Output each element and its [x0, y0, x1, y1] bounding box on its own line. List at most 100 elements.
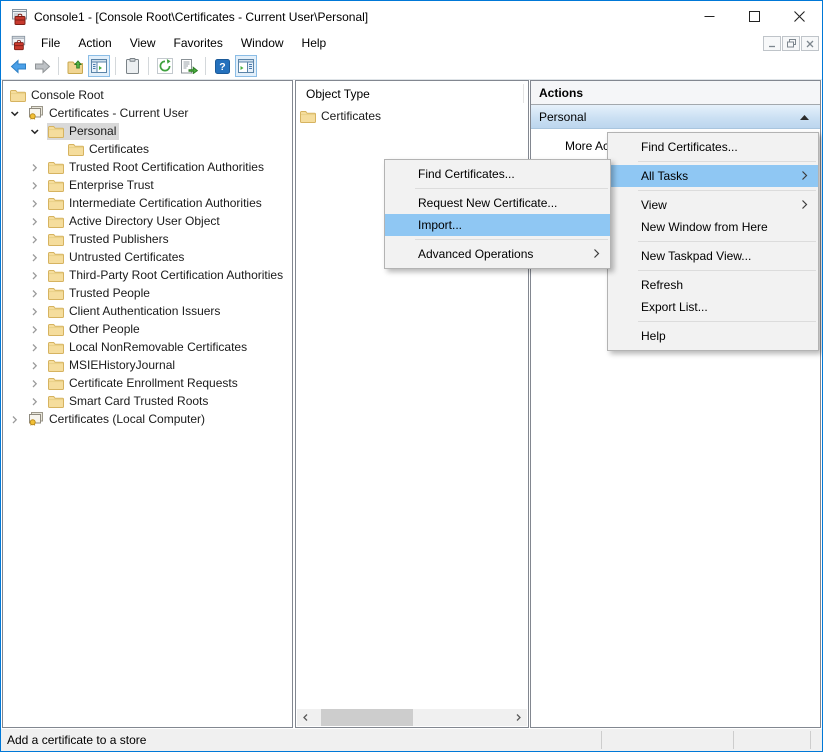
export-list-button[interactable] — [178, 55, 200, 77]
chevron-collapsed-icon[interactable] — [29, 269, 47, 281]
tree-item[interactable]: Local NonRemovable Certificates — [3, 338, 292, 356]
minimize-button[interactable] — [687, 1, 732, 32]
chevron-collapsed-icon[interactable] — [29, 377, 47, 389]
menu-item-view[interactable]: View — [608, 194, 818, 216]
menu-window[interactable]: Window — [232, 34, 293, 52]
tree-item[interactable]: Certificate Enrollment Requests — [3, 374, 292, 392]
tree-item[interactable]: Active Directory User Object — [3, 212, 292, 230]
tree-item-body[interactable]: Trusted Publishers — [47, 231, 172, 248]
menu-item-refresh[interactable]: Refresh — [608, 274, 818, 296]
scroll-right-arrow-icon[interactable] — [510, 709, 527, 726]
list-item[interactable]: Certificates — [296, 107, 528, 125]
collapse-section-icon[interactable] — [799, 110, 810, 124]
column-header-object-type[interactable]: Object Type — [296, 81, 528, 107]
chevron-collapsed-icon[interactable] — [29, 197, 47, 209]
menu-view[interactable]: View — [121, 34, 165, 52]
menu-item-export-list[interactable]: Export List... — [608, 296, 818, 318]
menu-help[interactable]: Help — [293, 34, 336, 52]
up-one-level-button[interactable] — [64, 55, 86, 77]
chevron-collapsed-icon[interactable] — [29, 287, 47, 299]
chevron-collapsed-icon[interactable] — [29, 179, 47, 191]
chevron-collapsed-icon[interactable] — [29, 323, 47, 335]
console-window-icon[interactable] — [10, 35, 26, 51]
show-action-pane-button[interactable] — [235, 55, 257, 77]
close-button[interactable] — [777, 1, 822, 32]
title-bar[interactable]: Console1 - [Console Root\Certificates - … — [1, 1, 822, 32]
chevron-collapsed-icon[interactable] — [29, 359, 47, 371]
tree-item-selected[interactable]: Personal — [47, 123, 119, 140]
tree-item[interactable]: Trusted Root Certification Authorities — [3, 158, 292, 176]
tree-item[interactable]: Intermediate Certification Authorities — [3, 194, 292, 212]
chevron-collapsed-icon[interactable] — [29, 305, 47, 317]
menu-item-find-certificates[interactable]: Find Certificates... — [385, 163, 610, 185]
tree-item-label: Client Authentication Issuers — [69, 304, 220, 318]
properties-button[interactable] — [121, 55, 143, 77]
tree-item-body[interactable]: Untrusted Certificates — [47, 249, 187, 266]
help-button[interactable]: ? — [211, 55, 233, 77]
back-button[interactable] — [7, 55, 29, 77]
tree-item-body[interactable]: Enterprise Trust — [47, 177, 157, 194]
tree-item[interactable]: MSIEHistoryJournal — [3, 356, 292, 374]
menu-item-help[interactable]: Help — [608, 325, 818, 347]
tree-item-body[interactable]: Console Root — [9, 87, 107, 104]
tree-item[interactable]: Untrusted Certificates — [3, 248, 292, 266]
tree-item[interactable]: Smart Card Trusted Roots — [3, 392, 292, 410]
tree-item-body[interactable]: Certificate Enrollment Requests — [47, 375, 241, 392]
scrollbar-thumb[interactable] — [321, 709, 413, 726]
actions-section-personal[interactable]: Personal — [531, 105, 820, 129]
menu-item-request-new-certificate[interactable]: Request New Certificate... — [385, 192, 610, 214]
chevron-expanded-icon[interactable] — [29, 125, 47, 137]
tree-item[interactable]: Other People — [3, 320, 292, 338]
chevron-collapsed-icon[interactable] — [29, 161, 47, 173]
chevron-collapsed-icon[interactable] — [29, 341, 47, 353]
show-console-tree-button[interactable] — [88, 55, 110, 77]
tree-item-body[interactable]: Third-Party Root Certification Authoriti… — [47, 267, 286, 284]
chevron-collapsed-icon[interactable] — [29, 395, 47, 407]
tree-item-body[interactable]: Certificates (Local Computer) — [27, 411, 208, 428]
tree-item[interactable]: Trusted Publishers — [3, 230, 292, 248]
tree-item-body[interactable]: MSIEHistoryJournal — [47, 357, 178, 374]
menu-favorites[interactable]: Favorites — [165, 34, 232, 52]
column-divider[interactable] — [523, 84, 524, 103]
menu-item-import[interactable]: Import... — [385, 214, 610, 236]
child-restore-button[interactable] — [782, 36, 800, 51]
tree-item[interactable]: Certificates (Local Computer) — [3, 410, 292, 428]
scroll-left-arrow-icon[interactable] — [297, 709, 314, 726]
tree-item-body[interactable]: Local NonRemovable Certificates — [47, 339, 250, 356]
chevron-collapsed-icon[interactable] — [29, 251, 47, 263]
tree-item[interactable]: Third-Party Root Certification Authoriti… — [3, 266, 292, 284]
tree-item-body[interactable]: Other People — [47, 321, 143, 338]
tree-item[interactable]: Trusted People — [3, 284, 292, 302]
tree-item-body[interactable]: Smart Card Trusted Roots — [47, 393, 211, 410]
maximize-button[interactable] — [732, 1, 777, 32]
refresh-button[interactable] — [154, 55, 176, 77]
tree-item[interactable]: Personal — [3, 122, 292, 140]
tree-item[interactable]: Certificates — [3, 140, 292, 158]
menu-item-all-tasks[interactable]: All Tasks — [608, 165, 818, 187]
tree-item-body[interactable]: Active Directory User Object — [47, 213, 223, 230]
tree-item[interactable]: Enterprise Trust — [3, 176, 292, 194]
menu-action[interactable]: Action — [69, 34, 120, 52]
chevron-collapsed-icon[interactable] — [9, 413, 27, 425]
menu-item-new-taskpad-view[interactable]: New Taskpad View... — [608, 245, 818, 267]
forward-button[interactable] — [31, 55, 53, 77]
tree-item-body[interactable]: Trusted People — [47, 285, 153, 302]
menu-item-new-window-from-here[interactable]: New Window from Here — [608, 216, 818, 238]
menu-item-find-certificates[interactable]: Find Certificates... — [608, 136, 818, 158]
child-minimize-button[interactable] — [763, 36, 781, 51]
tree-item-body[interactable]: Certificates - Current User — [27, 105, 191, 122]
chevron-collapsed-icon[interactable] — [29, 233, 47, 245]
menu-item-advanced-operations[interactable]: Advanced Operations — [385, 243, 610, 265]
tree-item-body[interactable]: Client Authentication Issuers — [47, 303, 223, 320]
tree-item-body[interactable]: Intermediate Certification Authorities — [47, 195, 265, 212]
tree-item-body[interactable]: Trusted Root Certification Authorities — [47, 159, 267, 176]
chevron-expanded-icon[interactable] — [9, 107, 27, 119]
child-close-button[interactable] — [801, 36, 819, 51]
tree-item[interactable]: Certificates - Current User — [3, 104, 292, 122]
tree-item[interactable]: Console Root — [3, 86, 292, 104]
chevron-collapsed-icon[interactable] — [29, 215, 47, 227]
horizontal-scrollbar[interactable] — [297, 709, 527, 726]
tree-item-body[interactable]: Certificates — [67, 141, 152, 158]
menu-file[interactable]: File — [32, 34, 69, 52]
tree-item[interactable]: Client Authentication Issuers — [3, 302, 292, 320]
